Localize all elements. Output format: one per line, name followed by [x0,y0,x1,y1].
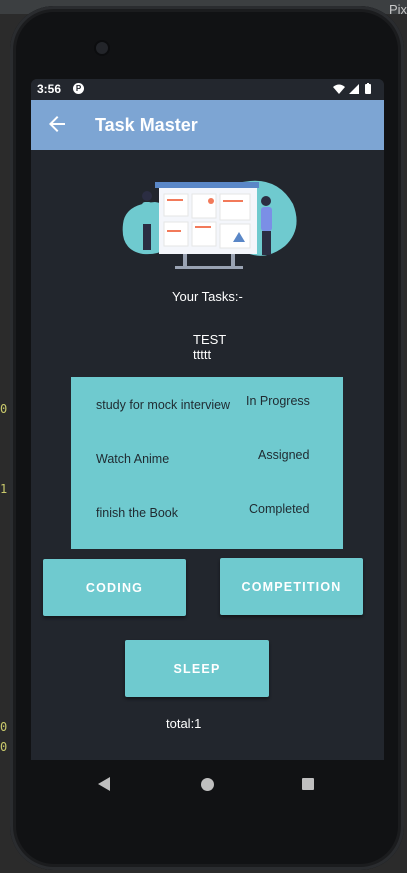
system-nav-bar [31,760,384,808]
ide-gutter-mark: 0 [0,402,8,416]
app-screen: 3:56 P Task Master Your Tasks:- TEST ttt… [31,79,384,808]
task-status: Completed [249,502,310,516]
notification-app-icon: P [73,83,84,94]
task-status: In Progress [246,394,310,408]
status-icons [332,83,378,98]
battery-icon [365,83,371,94]
app-title: Task Master [95,115,198,135]
arrow-back-icon[interactable] [45,112,69,136]
competition-button[interactable]: COMPETITION [220,558,363,615]
status-time: 3:56 [37,82,62,96]
ttttt-label: ttttt [193,347,212,362]
app-toolbar: Task Master [31,100,384,150]
status-bar: 3:56 P [31,79,384,100]
sleep-button[interactable]: SLEEP [125,640,269,697]
task-title[interactable]: Watch Anime [96,452,169,466]
ide-right-label: Pix [388,2,407,17]
nav-home-icon[interactable] [201,778,214,791]
tasks-illustration [115,174,299,277]
signal-icon [349,84,359,94]
ide-gutter-mark: 1 [0,482,8,496]
your-tasks-label: Your Tasks:- [172,289,243,304]
task-title[interactable]: study for mock interview [96,398,230,412]
nav-recents-icon[interactable] [302,778,314,790]
test-label: TEST [193,332,227,347]
coding-button[interactable]: CODING [43,559,186,616]
nav-back-icon[interactable] [98,777,110,791]
task-list: study for mock interview In Progress Wat… [71,377,343,549]
ide-gutter-mark: 0 [0,740,8,754]
task-title[interactable]: finish the Book [96,506,178,520]
front-camera [96,42,108,54]
wifi-icon [333,84,345,94]
total-label: total:1 [166,716,202,731]
ide-gutter-mark: 0 [0,720,8,734]
task-status: Assigned [258,448,310,462]
